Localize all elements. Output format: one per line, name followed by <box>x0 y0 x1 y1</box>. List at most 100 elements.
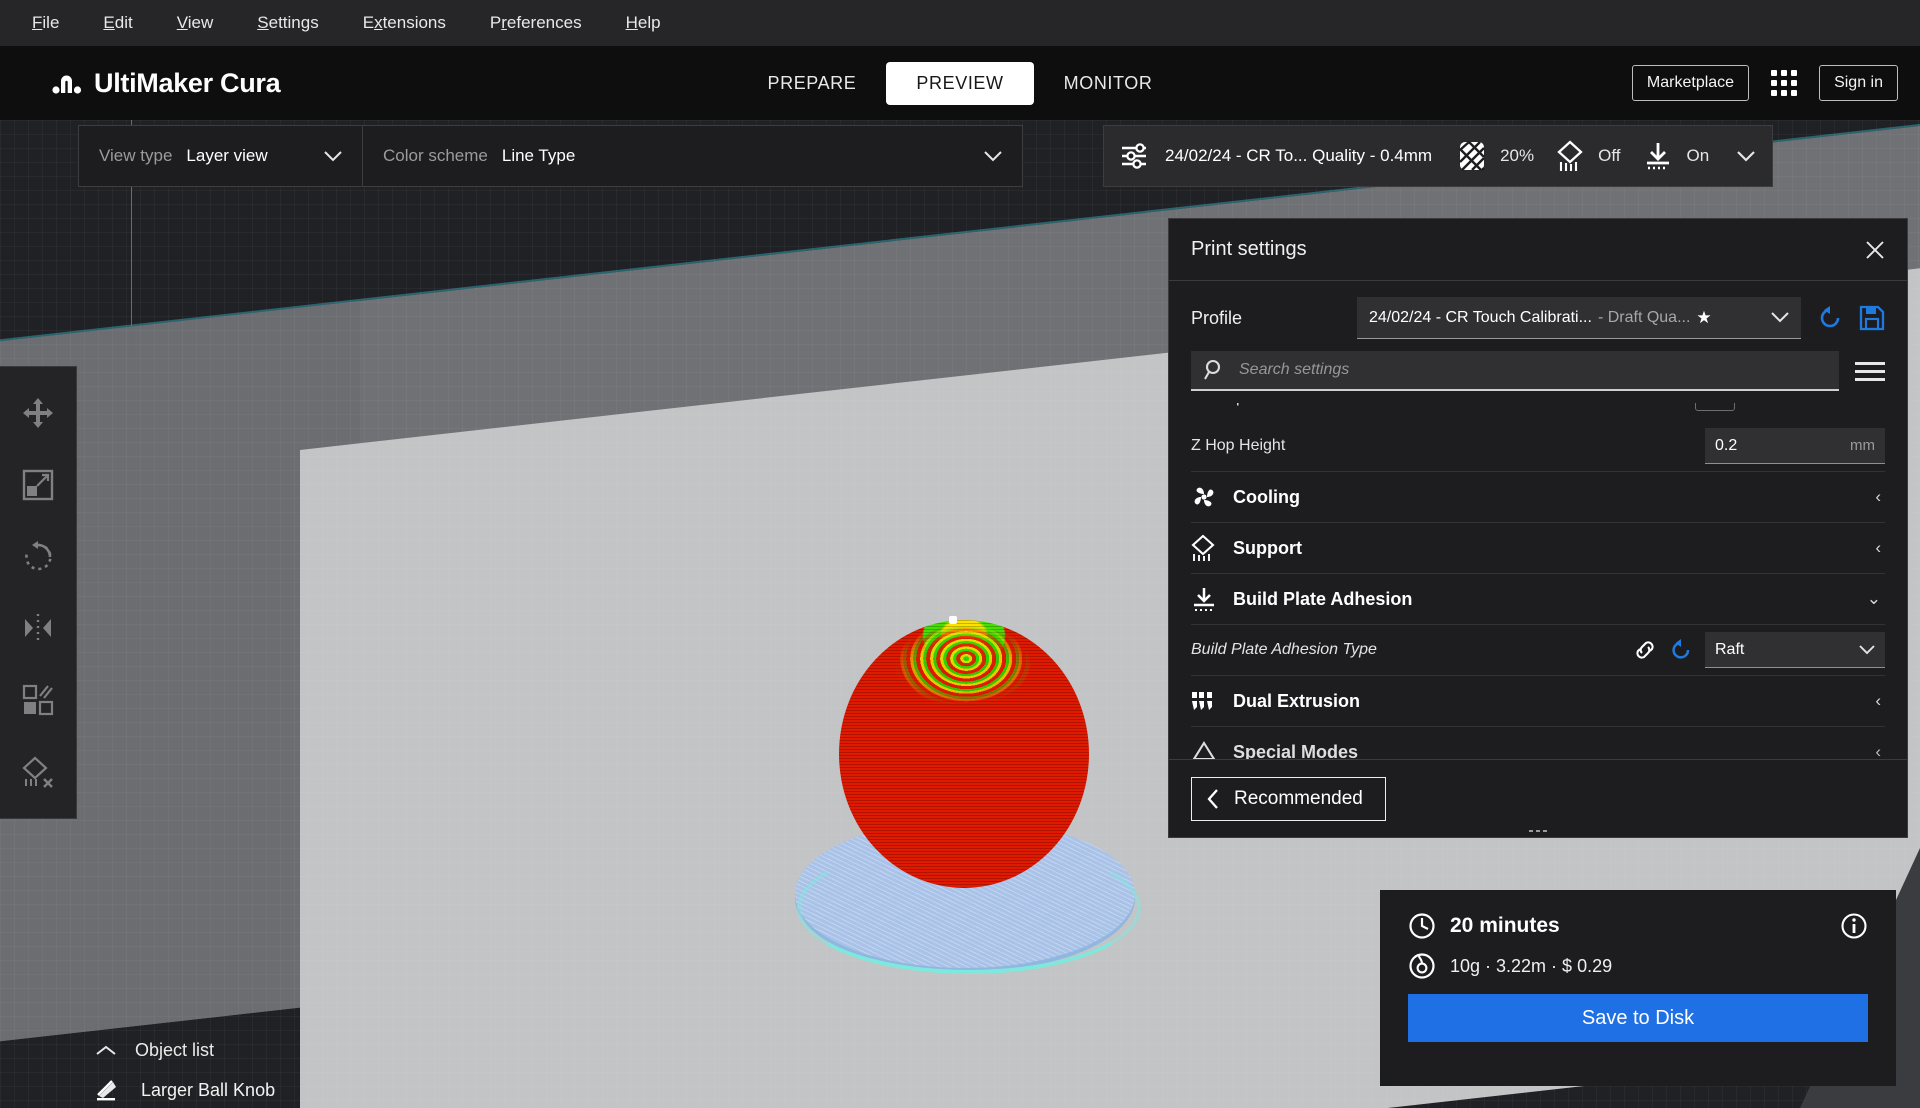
material-usage: 10g · 3.22m · $ 0.29 <box>1450 955 1613 976</box>
reset-setting-icon[interactable] <box>1669 638 1693 662</box>
print-setup-selector[interactable]: 24/02/24 - CR To... Quality - 0.4mm 20% … <box>1103 125 1774 187</box>
mesh-type-icon <box>95 1079 119 1101</box>
search-settings-box[interactable] <box>1191 351 1839 391</box>
tab-monitor[interactable]: MONITOR <box>1034 62 1183 105</box>
chevron-left-icon: ‹ <box>1875 487 1881 506</box>
adhesion-icon <box>1191 586 1217 612</box>
category-label: Build Plate Adhesion <box>1233 588 1413 609</box>
view-type-bar: View type Layer view Color scheme Line T… <box>78 125 1023 187</box>
recommended-mode-button[interactable]: Recommended <box>1191 776 1386 821</box>
infill-icon <box>1457 140 1487 172</box>
scale-tool-icon[interactable] <box>16 463 60 507</box>
settings-category-build-plate-adhesion[interactable]: Build Plate Adhesion ⌄ <box>1191 574 1885 625</box>
sign-in-button[interactable]: Sign in <box>1819 65 1898 101</box>
rotate-tool-icon[interactable] <box>16 535 60 579</box>
menu-item-file[interactable]: File <box>10 7 81 39</box>
adhesion-icon <box>1643 141 1673 171</box>
profile-dropdown[interactable]: 24/02/24 - CR Touch Calibrati... - Draft… <box>1357 297 1801 339</box>
panel-resize-grip[interactable] <box>1521 828 1555 834</box>
view-type-value: Layer view <box>186 146 268 165</box>
menu-item-view[interactable]: View <box>155 7 236 39</box>
view-type-dropdown[interactable]: View type Layer view <box>78 125 363 187</box>
object-list-title: Object list <box>135 1040 215 1060</box>
active-profile-text: 24/02/24 - CR To... Quality - 0.4mm <box>1165 146 1433 165</box>
save-to-disk-button[interactable]: Save to Disk <box>1408 994 1868 1042</box>
close-icon[interactable] <box>1865 240 1885 260</box>
clipped-setting-label: Z Hop When Retracted <box>1199 403 1373 407</box>
link-icon[interactable] <box>1633 638 1657 662</box>
settings-category-dual-extrusion[interactable]: Dual Extrusion ‹ <box>1191 676 1885 727</box>
main-tabs: PREPARE PREVIEW MONITOR <box>680 61 1240 105</box>
job-time-row: 20 minutes <box>1408 912 1868 940</box>
clipped-setting-checkbox <box>1695 403 1735 411</box>
adhesion-type-dropdown[interactable]: Raft <box>1705 632 1885 668</box>
settings-visibility-menu-icon[interactable] <box>1855 361 1885 381</box>
color-scheme-dropdown[interactable]: Color scheme Line Type <box>363 125 1023 187</box>
app-logo: UltiMaker Cura <box>52 68 281 99</box>
infill-value: 20% <box>1500 146 1535 165</box>
object-list-header[interactable]: Object list <box>95 1040 275 1061</box>
sliders-icon <box>1120 141 1152 171</box>
category-label: Support <box>1233 537 1302 558</box>
chevron-down-icon: ⌄ <box>1866 589 1881 608</box>
z-hop-height-input[interactable]: 0.2 mm <box>1705 428 1885 464</box>
tab-prepare[interactable]: PREPARE <box>738 62 887 105</box>
app-header: UltiMaker Cura PREPARE PREVIEW MONITOR M… <box>0 46 1920 120</box>
object-name: Larger Ball Knob <box>141 1079 276 1100</box>
menu-item-help[interactable]: Help <box>604 7 683 39</box>
color-scheme-label: Color scheme <box>383 146 488 165</box>
header-actions: Marketplace Sign in <box>1631 46 1898 120</box>
per-model-settings-tool-icon[interactable] <box>16 678 60 722</box>
menu-item-extensions[interactable]: Extensions <box>341 7 468 39</box>
color-scheme-value: Line Type <box>501 146 576 165</box>
mirror-tool-icon[interactable] <box>16 606 60 650</box>
setting-unit: mm <box>1850 437 1875 454</box>
print-settings-footer: Recommended <box>1169 759 1907 837</box>
settings-category-support[interactable]: Support ‹ <box>1191 523 1885 574</box>
reset-profile-icon[interactable] <box>1817 305 1843 331</box>
ball-knob-top-skin-rings <box>883 626 1043 722</box>
favorite-star-icon[interactable]: ★ <box>1696 308 1711 328</box>
support-blocker-tool-icon[interactable] <box>16 750 60 794</box>
chevron-up-icon <box>95 1044 117 1058</box>
setting-value: 0.2 <box>1715 436 1738 454</box>
search-row <box>1169 351 1907 391</box>
tab-preview[interactable]: PREVIEW <box>886 61 1034 105</box>
chevron-left-icon: ‹ <box>1875 538 1881 557</box>
category-label: Cooling <box>1233 486 1300 507</box>
menu-item-settings[interactable]: Settings <box>235 7 340 39</box>
ultimaker-logo-icon <box>52 72 82 94</box>
support-icon <box>1557 140 1585 172</box>
move-tool-icon[interactable] <box>16 391 60 435</box>
marketplace-button[interactable]: Marketplace <box>1631 65 1750 101</box>
sliced-model[interactable] <box>795 616 1141 1000</box>
clipped-setting-row: Z Hop When Retracted <box>1191 403 1885 421</box>
apps-grid-icon[interactable] <box>1771 70 1798 96</box>
chevron-left-icon: ‹ <box>1875 691 1881 710</box>
settings-category-cooling[interactable]: Cooling ‹ <box>1191 472 1885 523</box>
search-input[interactable] <box>1237 360 1827 380</box>
info-icon[interactable] <box>1840 912 1868 940</box>
profile-row: Profile 24/02/24 - CR Touch Calibrati...… <box>1169 281 1907 351</box>
settings-category-special-modes[interactable]: Special Modes ‹ <box>1191 727 1885 759</box>
dual-extrusion-icon <box>1191 690 1217 712</box>
profile-quality-suffix: - Draft Qua... <box>1597 308 1691 326</box>
object-list-panel: Object list Larger Ball Knob 30.0 x 30.0… <box>95 1040 275 1108</box>
profile-label: Profile <box>1191 307 1243 328</box>
chevron-down-icon <box>324 150 342 162</box>
object-list-item[interactable]: Larger Ball Knob <box>95 1079 275 1101</box>
job-material-row: 10g · 3.22m · $ 0.29 <box>1408 952 1868 980</box>
setting-value: Raft <box>1715 640 1745 658</box>
save-profile-icon[interactable] <box>1859 305 1885 331</box>
profile-value: 24/02/24 - CR Touch Calibrati... <box>1369 308 1592 326</box>
category-label: Special Modes <box>1233 741 1359 760</box>
setting-row-adhesion-type: Build Plate Adhesion Type Raft <box>1191 625 1885 676</box>
tool-column <box>0 366 77 819</box>
menu-item-edit[interactable]: Edit <box>81 7 154 39</box>
chevron-down-icon[interactable] <box>1736 150 1756 162</box>
view-type-label: View type <box>99 146 173 165</box>
special-modes-icon <box>1191 739 1217 759</box>
category-label: Dual Extrusion <box>1233 690 1361 711</box>
settings-list[interactable]: Z Hop When Retracted Z Hop Height 0.2 mm <box>1191 403 1885 759</box>
menu-item-preferences[interactable]: Preferences <box>468 7 604 39</box>
